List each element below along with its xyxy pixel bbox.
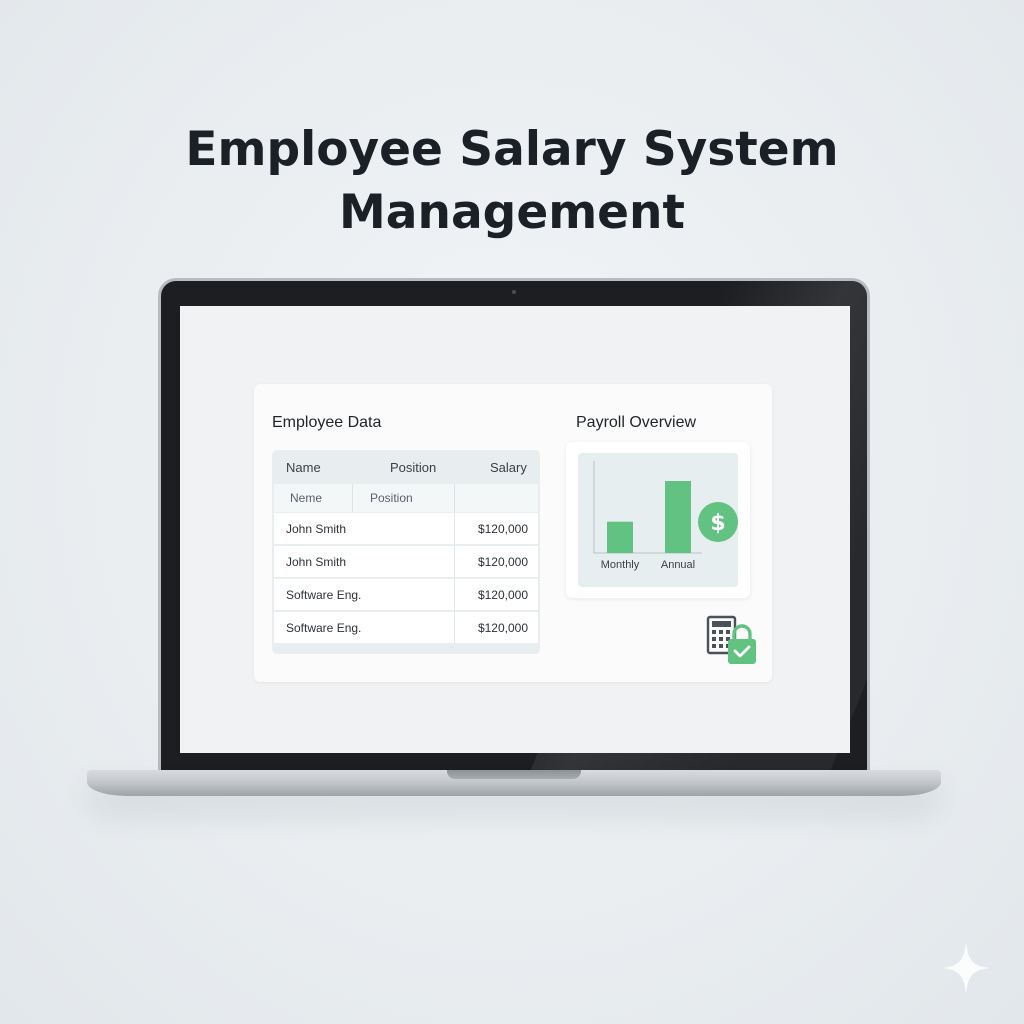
table-header: Name Position Salary <box>272 450 540 484</box>
column-divider <box>454 579 455 610</box>
laptop-lid: Employee Data Payroll Overview Name Posi… <box>158 278 870 772</box>
cell-salary: $120,000 <box>477 588 528 602</box>
page-title-line-1: Employee Salary System <box>185 122 839 177</box>
tick-label-annual: Annual <box>661 559 695 571</box>
payroll-chart-panel: Monthly Annual $ <box>566 442 750 598</box>
table-row[interactable]: John Smith $120,000 <box>274 513 538 544</box>
column-divider <box>454 612 455 643</box>
table-body: John Smith $120,000 John Smith $120,000 … <box>274 513 538 645</box>
employee-table: Name Position Salary Neme Position John … <box>272 450 540 654</box>
cell-salary: $120,000 <box>477 621 528 635</box>
cell-name: Software Eng. <box>286 621 362 635</box>
payroll-chart: Monthly Annual $ <box>578 453 738 587</box>
payroll-bar-chart: Monthly Annual $ <box>593 461 738 571</box>
table-row[interactable]: John Smith $120,000 <box>274 546 538 577</box>
employee-data-title: Employee Data <box>272 414 382 431</box>
cell-name: Software Eng. <box>286 588 362 602</box>
column-header-salary[interactable]: Salary <box>490 460 527 475</box>
cell-salary: $120,000 <box>477 522 528 536</box>
tick-label-monthly: Monthly <box>601 559 640 571</box>
dollar-badge-label: $ <box>710 511 725 536</box>
table-filter-row: Neme Position <box>274 484 538 512</box>
dollar-badge-icon: $ <box>698 502 738 542</box>
column-header-position[interactable]: Position <box>390 460 436 475</box>
page-title-line-2: Management <box>339 185 685 240</box>
cell-salary: $120,000 <box>477 555 528 569</box>
bar-monthly <box>607 521 633 553</box>
page-title: Employee Salary System Management <box>0 118 1024 244</box>
dashboard-card: Employee Data Payroll Overview Name Posi… <box>254 384 772 682</box>
column-divider <box>352 484 353 512</box>
bar-annual <box>665 481 691 553</box>
filter-position[interactable]: Position <box>370 491 413 505</box>
column-header-name[interactable]: Name <box>286 460 321 475</box>
cell-name: John Smith <box>286 555 347 569</box>
table-row[interactable]: Software Eng. $120,000 <box>274 612 538 643</box>
laptop-hinge-notch <box>447 770 581 779</box>
laptop-screen: Employee Data Payroll Overview Name Posi… <box>180 306 850 753</box>
payroll-overview-title: Payroll Overview <box>576 414 697 431</box>
camera-icon <box>512 290 516 294</box>
lock-icon <box>728 624 756 664</box>
cell-name: John Smith <box>286 522 347 536</box>
column-divider <box>454 546 455 577</box>
calculator-lock-icon <box>706 615 756 664</box>
filter-name[interactable]: Neme <box>290 491 322 505</box>
laptop-base <box>87 770 941 796</box>
bar-group: Monthly Annual <box>601 481 695 571</box>
column-divider <box>454 513 455 544</box>
table-row[interactable]: Software Eng. $120,000 <box>274 579 538 610</box>
sparkle-icon <box>942 942 990 994</box>
column-divider <box>454 484 455 512</box>
